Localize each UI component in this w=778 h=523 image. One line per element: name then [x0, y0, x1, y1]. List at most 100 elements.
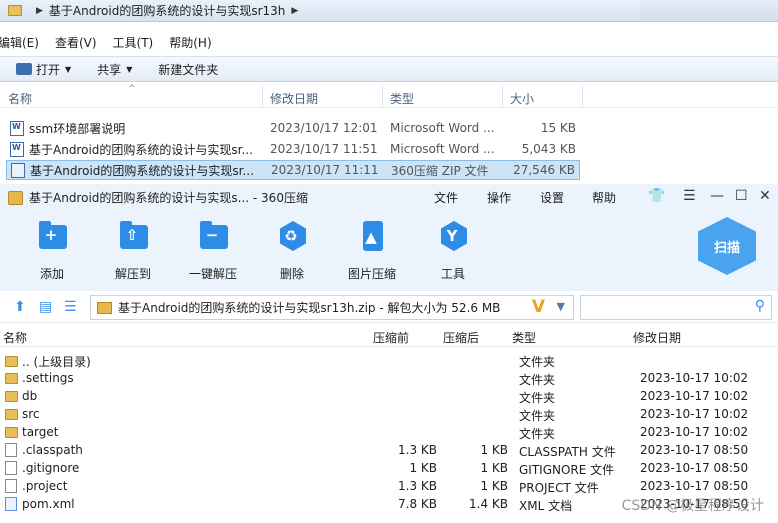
- file-name: .project: [22, 479, 68, 493]
- menu-edit[interactable]: 编辑(E): [0, 34, 39, 51]
- file-type: CLASSPATH 文件: [519, 445, 616, 459]
- file-name: src: [22, 407, 40, 421]
- modified-date: 2023-10-17 10:02: [640, 389, 749, 403]
- new-folder-button[interactable]: 新建文件夹: [158, 61, 218, 78]
- archive-path-field[interactable]: 基于Android的团购系统的设计与实现sr13h.zip - 解包大小为 52…: [90, 295, 574, 320]
- navigation-bar: ⬆ ▤ ☰ 基于Android的团购系统的设计与实现sr13h.zip - 解包…: [0, 291, 778, 323]
- add-label: 添加: [39, 267, 64, 281]
- breadcrumb-arrow-icon[interactable]: ▶: [291, 6, 298, 16]
- file-row-selected[interactable]: 基于Android的团购系统的设计与实现sr... 2023/10/17 11:…: [6, 160, 580, 180]
- new-folder-label: 新建文件夹: [158, 62, 219, 77]
- menu-tools[interactable]: 工具(T): [113, 34, 154, 51]
- file-type: 文件夹: [519, 409, 556, 423]
- column-divider[interactable]: [262, 86, 263, 108]
- column-type[interactable]: 类型: [512, 329, 536, 346]
- breadcrumb-arrow-icon[interactable]: ▶: [36, 6, 43, 16]
- close-icon[interactable]: ✕: [759, 188, 771, 204]
- share-label: 共享: [97, 62, 122, 77]
- file-name: 基于Android的团购系统的设计与实现sr...: [29, 142, 253, 157]
- column-name[interactable]: 名称: [8, 90, 32, 107]
- open-icon: [16, 63, 32, 75]
- open-button[interactable]: 打开 ▼: [16, 61, 71, 78]
- column-size[interactable]: 大小: [510, 90, 534, 107]
- image-compress-button[interactable]: ▲ 图片压缩: [342, 221, 402, 282]
- tools-button[interactable]: Y 工具: [423, 221, 483, 282]
- skin-icon[interactable]: 👕: [648, 188, 665, 204]
- menu-bar: 编辑(E) 查看(V) 工具(T) 帮助(H): [0, 31, 228, 53]
- file-type: XML 文档: [519, 499, 573, 513]
- file-row[interactable]: db 文件夹 2023-10-17 10:02: [0, 387, 778, 405]
- xml-file-icon: [5, 497, 17, 511]
- maximize-icon[interactable]: ☐: [735, 188, 748, 204]
- file-type: 文件夹: [519, 373, 556, 387]
- file-date: 2023/10/17 11:11: [271, 163, 379, 177]
- menu-help[interactable]: 帮助: [592, 189, 616, 206]
- preview-view-icon[interactable]: ▤: [39, 299, 52, 315]
- folder-icon: [5, 426, 18, 438]
- v-icon[interactable]: V: [532, 297, 545, 317]
- address-bar[interactable]: ▶ 基于Android的团购系统的设计与实现sr13h ▶: [0, 0, 640, 22]
- modified-date: 2023-10-17 10:02: [640, 407, 749, 421]
- column-compressed[interactable]: 压缩前: [373, 329, 409, 346]
- file-icon: [5, 461, 17, 475]
- extract-icon: ⇧: [118, 221, 148, 251]
- extract-to-button[interactable]: ⇧ 解压到: [103, 221, 163, 282]
- file-date: 2023/10/17 11:51: [270, 142, 378, 156]
- file-row[interactable]: target 文件夹 2023-10-17 10:02: [0, 423, 778, 441]
- compressed-size: 1.3 KB: [398, 443, 437, 457]
- delete-label: 删除: [279, 267, 304, 281]
- archive-icon: [8, 190, 23, 205]
- file-row[interactable]: .settings 文件夹 2023-10-17 10:02: [0, 369, 778, 387]
- column-name[interactable]: 名称: [3, 329, 27, 346]
- one-click-extract-button[interactable]: − 一键解压: [183, 221, 243, 282]
- file-row[interactable]: ssm环境部署说明 2023/10/17 12:01 Microsoft Wor…: [6, 118, 580, 138]
- file-row[interactable]: .gitignore 1 KB 1 KB GITIGNORE 文件 2023-10-17…: [0, 459, 778, 477]
- menu-help[interactable]: 帮助(H): [169, 34, 211, 51]
- menu-view[interactable]: 查看(V): [55, 34, 97, 51]
- search-icon[interactable]: ⚲: [755, 298, 765, 314]
- add-button[interactable]: + 添加: [22, 221, 82, 282]
- breadcrumb[interactable]: 基于Android的团购系统的设计与实现sr13h: [49, 2, 285, 19]
- menu-settings[interactable]: 设置: [540, 189, 564, 206]
- zip-window: 基于Android的团购系统的设计与实现s... - 360压缩 文件 操作 设…: [0, 184, 778, 523]
- search-area[interactable]: [640, 0, 778, 22]
- word-doc-icon: [10, 120, 24, 136]
- column-divider[interactable]: [582, 86, 583, 108]
- file-icon: [5, 443, 17, 457]
- scan-button[interactable]: 扫描: [698, 217, 756, 275]
- chevron-down-icon[interactable]: ▼: [557, 300, 565, 313]
- menu-operate[interactable]: 操作: [487, 189, 511, 206]
- folder-icon: [5, 390, 18, 402]
- column-divider[interactable]: [502, 86, 503, 108]
- ribbon-toolbar: + 添加 ⇧ 解压到 − 一键解压 ♻ 删除 ▲ 图片压缩 Y 工具 扫描: [0, 211, 778, 291]
- open-label: 打开: [36, 62, 61, 77]
- column-divider[interactable]: [382, 86, 383, 108]
- menu-file[interactable]: 文件: [434, 189, 458, 206]
- column-modified[interactable]: 修改日期: [633, 329, 681, 346]
- file-row[interactable]: 基于Android的团购系统的设计与实现sr... 2023/10/17 11:…: [6, 139, 580, 159]
- compressed-size: 1.3 KB: [398, 479, 437, 493]
- delete-button[interactable]: ♻ 删除: [262, 221, 322, 282]
- file-type: 文件夹: [519, 391, 556, 405]
- file-row[interactable]: src 文件夹 2023-10-17 10:02: [0, 405, 778, 423]
- column-original[interactable]: 压缩后: [443, 329, 479, 346]
- file-type: GITIGNORE 文件: [519, 463, 615, 477]
- search-input[interactable]: ⚲: [580, 295, 772, 320]
- one-click-label: 一键解压: [188, 267, 237, 281]
- file-name-cell: db: [5, 389, 37, 403]
- file-row[interactable]: .project 1.3 KB 1 KB PROJECT 文件 2023-10-17 0…: [0, 477, 778, 495]
- column-type[interactable]: 类型: [390, 90, 414, 107]
- minimize-icon[interactable]: —: [710, 188, 724, 204]
- menu-icon[interactable]: ☰: [683, 188, 696, 204]
- file-row[interactable]: .. (上级目录) 文件夹: [0, 351, 778, 369]
- up-arrow-icon[interactable]: ⬆: [14, 299, 26, 315]
- modified-date: 2023-10-17 08:50: [640, 461, 749, 475]
- file-row[interactable]: .classpath 1.3 KB 1 KB CLASSPATH 文件 2023-10-…: [0, 441, 778, 459]
- share-button[interactable]: 共享 ▼: [97, 61, 132, 78]
- original-size: 1 KB: [480, 461, 508, 475]
- file-name: db: [22, 389, 38, 403]
- column-date[interactable]: 修改日期: [270, 90, 318, 107]
- file-type: 文件夹: [519, 427, 556, 441]
- list-view-icon[interactable]: ☰: [64, 299, 77, 315]
- file-name: .. (上级目录): [22, 355, 91, 369]
